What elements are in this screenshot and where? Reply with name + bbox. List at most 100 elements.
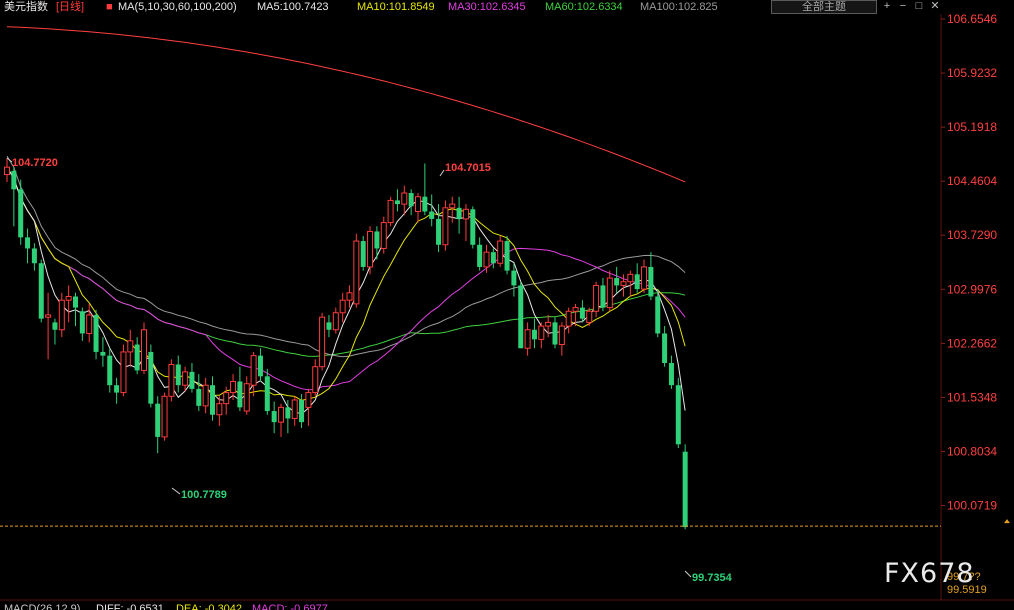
candle-body <box>422 196 428 212</box>
candle-body <box>374 231 380 249</box>
candle-body <box>120 351 127 394</box>
candle-body <box>614 278 620 286</box>
candle <box>257 348 263 382</box>
candlestick-chart[interactable]: 106.6546 105.9232 105.1918 104.4604 103.7290… <box>0 0 1014 610</box>
candle <box>182 366 189 392</box>
candle <box>360 235 366 271</box>
candle-body <box>332 312 339 331</box>
fx678-watermark: FX678 <box>884 558 975 589</box>
candle <box>175 355 181 393</box>
candle <box>648 252 654 301</box>
candle <box>38 259 44 323</box>
candle-body <box>586 310 593 323</box>
candle <box>312 359 319 397</box>
candle <box>524 322 531 356</box>
candle-body <box>202 384 209 407</box>
candle <box>339 292 346 323</box>
candle <box>408 189 414 216</box>
candle <box>168 359 175 402</box>
candle <box>422 163 428 216</box>
candle-body <box>627 273 634 283</box>
candle <box>332 307 339 334</box>
candle-body <box>682 451 688 528</box>
candle <box>565 307 572 334</box>
candle <box>380 216 387 254</box>
candle-body <box>312 366 319 394</box>
candle <box>86 303 93 343</box>
macd-dea: DEA: -0.3042 <box>176 603 243 610</box>
candle <box>202 377 209 414</box>
candle-body <box>380 222 387 249</box>
candle-body <box>18 189 24 238</box>
candle-body <box>223 392 230 405</box>
candle <box>627 270 634 297</box>
candle <box>210 376 215 421</box>
candle <box>552 317 558 349</box>
candle <box>127 329 134 367</box>
candle <box>462 204 469 242</box>
candle-body <box>511 270 517 286</box>
candle-body <box>299 399 305 423</box>
candle-body <box>4 166 10 176</box>
candle-body <box>175 364 181 386</box>
candle-body <box>436 218 442 245</box>
candle <box>326 314 332 338</box>
candle-body <box>305 392 312 408</box>
candle <box>456 196 462 234</box>
candle-body <box>360 241 366 267</box>
candle-body <box>189 371 195 389</box>
candle <box>593 281 600 318</box>
candle-body <box>518 285 524 349</box>
macd-value: MACD: -0.6977 <box>252 603 328 610</box>
candle-body <box>634 274 640 290</box>
candle-body <box>367 230 374 268</box>
candle-body <box>134 344 140 371</box>
candle-body <box>86 314 93 334</box>
candle <box>470 206 476 249</box>
candle-body <box>477 244 483 267</box>
candle <box>196 374 202 412</box>
candle-body <box>148 351 154 404</box>
price-marker-icon <box>1004 519 1010 524</box>
candle-body <box>155 403 161 437</box>
macd-params: MACD(26,12,9) <box>4 603 81 610</box>
candle-body <box>552 322 558 345</box>
candle <box>278 403 284 437</box>
candle <box>387 196 394 227</box>
candle <box>662 326 668 367</box>
candle-body <box>449 203 456 209</box>
candle-body <box>73 296 78 308</box>
candle-body <box>387 199 394 224</box>
candle <box>31 243 37 271</box>
annotation-low-mid: 100.7789 <box>181 489 227 501</box>
candle <box>477 237 483 271</box>
candle-body <box>565 310 572 327</box>
candle <box>538 322 545 349</box>
candle <box>18 179 24 245</box>
candle-body <box>196 388 202 406</box>
candle-body <box>641 266 648 290</box>
candle-body <box>353 240 360 305</box>
annotation-low-last-leader <box>684 570 692 578</box>
candle-body <box>326 322 332 330</box>
candle-body <box>65 296 72 301</box>
candle-body <box>579 307 585 319</box>
ma100-line <box>6 26 686 183</box>
candle-body <box>339 299 346 314</box>
candle-body <box>291 399 298 419</box>
candle-body <box>107 355 113 386</box>
candle-body <box>470 209 476 245</box>
candle <box>250 351 257 397</box>
candle <box>45 292 52 360</box>
candle-body <box>648 266 654 297</box>
candle <box>73 292 78 327</box>
candle <box>606 270 613 312</box>
candle <box>189 363 195 393</box>
candle <box>442 200 449 251</box>
candle-body <box>168 363 175 397</box>
price-axis-label: 103.7290 <box>947 228 997 242</box>
candle <box>264 368 270 415</box>
candle-body <box>524 329 531 349</box>
candle-body <box>237 381 243 408</box>
candle-body <box>31 248 37 264</box>
